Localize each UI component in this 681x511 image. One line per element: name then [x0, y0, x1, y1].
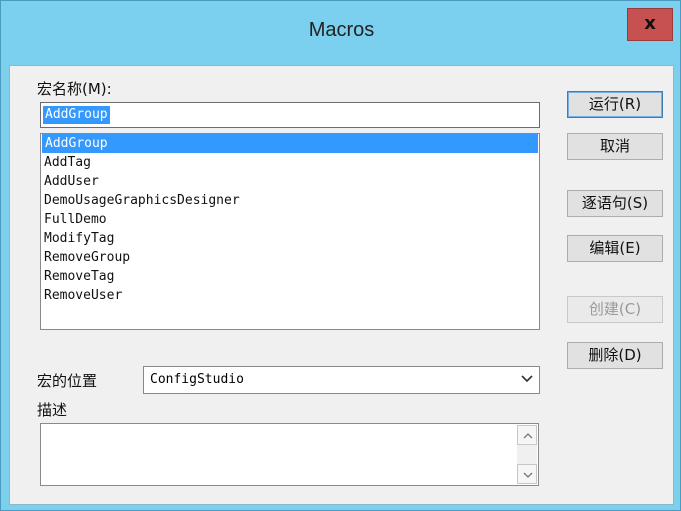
macro-location-label: 宏的位置 [37, 372, 98, 390]
macro-list-item[interactable]: AddGroup [42, 134, 538, 153]
scroll-down-button[interactable] [517, 464, 537, 484]
macro-list-item[interactable]: RemoveTag [41, 267, 539, 286]
title-bar[interactable]: Macros x [1, 1, 680, 65]
dialog-body: 宏名称(M): AddGroup AddGroup AddTag AddUser De… [9, 65, 674, 505]
description-label: 描述 [37, 401, 68, 419]
macro-list[interactable]: AddGroup AddTag AddUser DemoUsageGraphicsDe… [40, 133, 540, 330]
step-into-button[interactable]: 逐语句(S) [567, 190, 663, 217]
edit-button[interactable]: 编辑(E) [567, 235, 663, 262]
create-button[interactable]: 创建(C) [567, 296, 663, 323]
description-scrollbar[interactable] [517, 425, 537, 484]
macro-list-item[interactable]: FullDemo [41, 210, 539, 229]
chevron-down-icon [521, 375, 533, 383]
window-title: Macros [308, 19, 375, 41]
macro-list-item[interactable]: RemoveGroup [41, 248, 539, 267]
macro-name-value: AddGroup [43, 106, 110, 124]
delete-button[interactable]: 删除(D) [567, 342, 663, 369]
macro-location-value: ConfigStudio [150, 372, 244, 387]
run-button[interactable]: 运行(R) [567, 91, 663, 118]
macros-dialog: Macros x 宏名称(M): AddGroup AddGroup AddTag… [0, 0, 681, 511]
macro-list-item[interactable]: DemoUsageGraphicsDesigner [41, 191, 539, 210]
scroll-up-button[interactable] [517, 425, 537, 445]
macro-list-item[interactable]: ModifyTag [41, 229, 539, 248]
chevron-up-icon [523, 433, 533, 439]
close-button[interactable]: x [627, 8, 673, 41]
macro-list-item[interactable]: AddTag [41, 153, 539, 172]
chevron-down-icon [523, 472, 533, 478]
description-box[interactable] [40, 423, 539, 486]
macro-name-input[interactable]: AddGroup [40, 102, 540, 128]
cancel-button[interactable]: 取消 [567, 133, 663, 160]
macro-list-item[interactable]: AddUser [41, 172, 539, 191]
macro-location-select[interactable]: ConfigStudio [143, 366, 540, 394]
macro-list-item[interactable]: RemoveUser [41, 286, 539, 305]
macro-name-label: 宏名称(M): [37, 80, 112, 98]
